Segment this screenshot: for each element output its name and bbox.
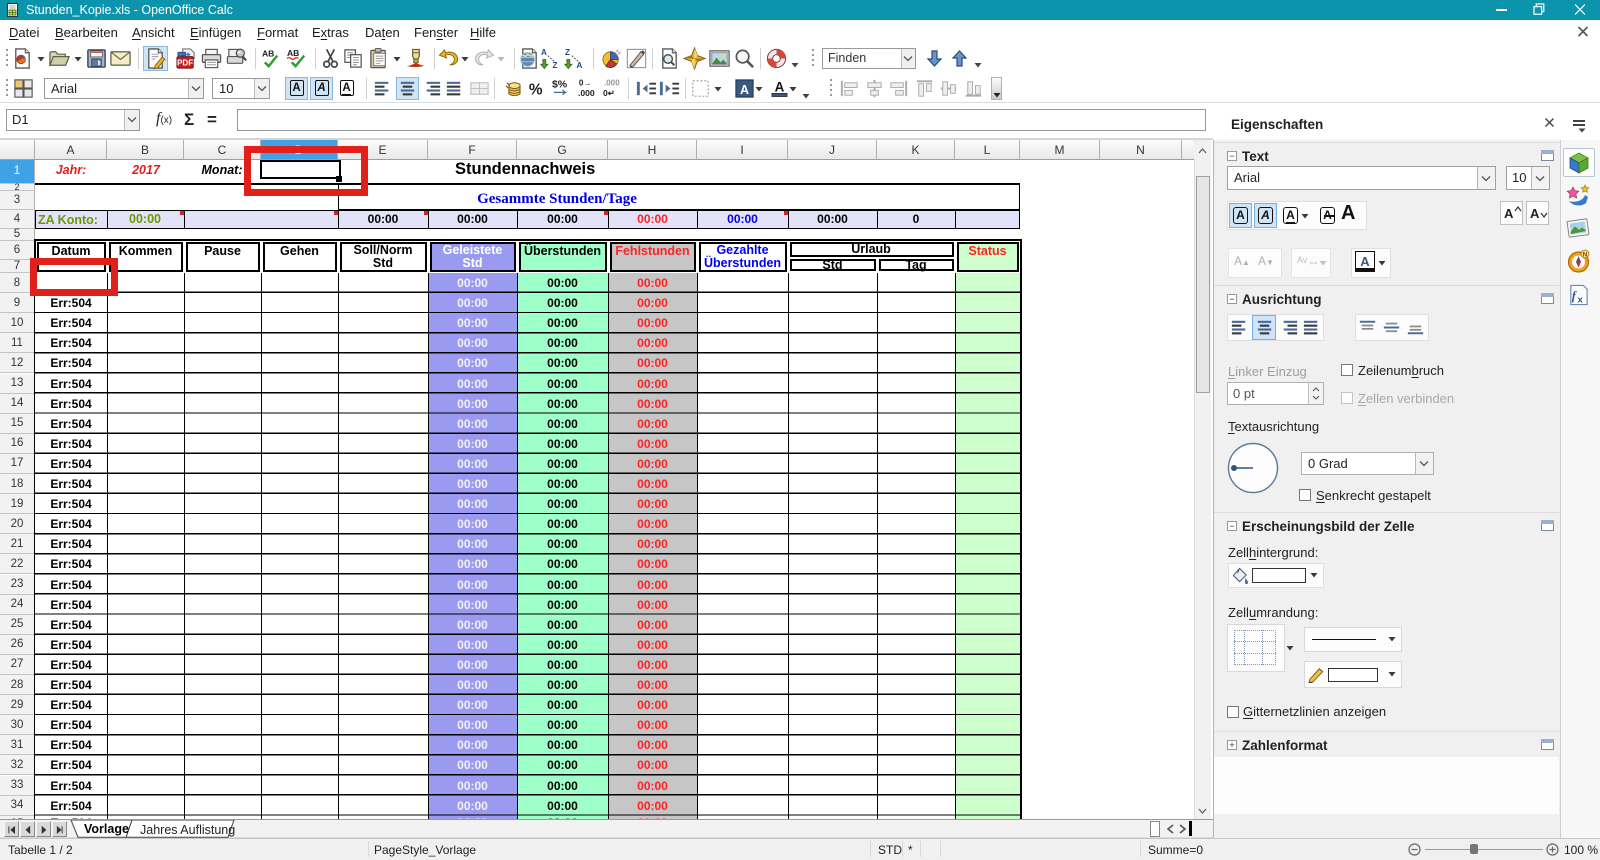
svg-text:A: A: [774, 79, 784, 94]
svg-text:0→: 0→: [578, 78, 591, 87]
svg-text:A: A: [740, 82, 749, 96]
svg-text:$%: $%: [551, 78, 567, 90]
svg-text:A: A: [576, 61, 582, 70]
svg-text:.000: .000: [603, 78, 619, 87]
svg-text:A: A: [540, 48, 546, 57]
svg-text:0↵: 0↵: [602, 88, 614, 98]
svg-text:x: x: [1578, 295, 1584, 306]
svg-text:AB: AB: [286, 48, 298, 58]
svg-text:N: N: [1583, 251, 1588, 258]
svg-text:%: %: [528, 81, 542, 98]
svg-text:Z: Z: [564, 48, 569, 57]
svg-text:.000: .000: [577, 88, 594, 98]
svg-text:Z: Z: [552, 61, 557, 70]
svg-text:PDF: PDF: [176, 58, 192, 67]
svg-text:AB: AB: [261, 48, 273, 58]
